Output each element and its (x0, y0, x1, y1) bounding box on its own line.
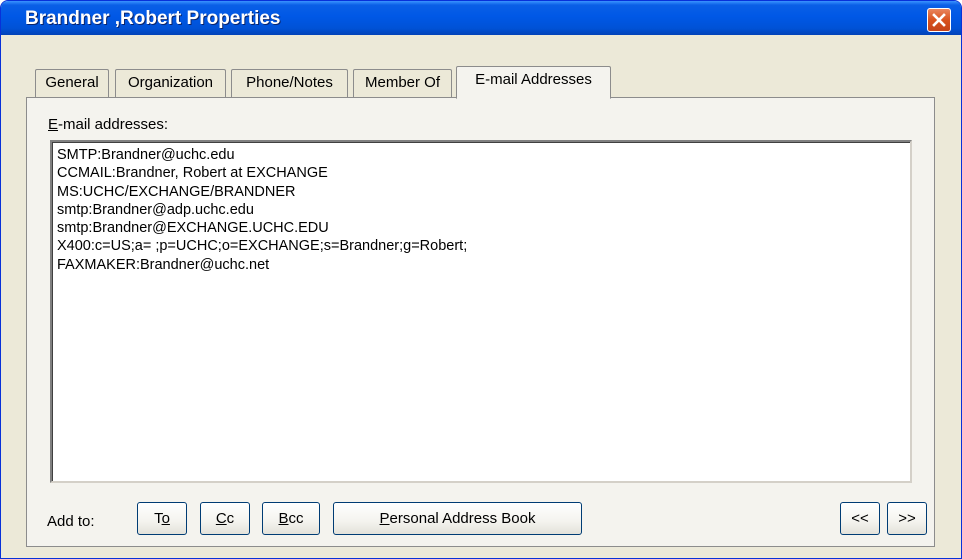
add-to-label: Add to: (47, 513, 95, 530)
list-item[interactable]: X400:c=US;a= ;p=UCHC;o=EXCHANGE;s=Brandn… (57, 237, 910, 255)
window-title: Brandner ,Robert Properties (25, 8, 281, 29)
to-button[interactable]: To (137, 502, 187, 535)
btn-mnemonic: P (379, 510, 390, 527)
next-button[interactable]: >> (887, 502, 927, 535)
tab-label: General (45, 74, 99, 91)
list-item[interactable]: FAXMAKER:Brandner@uchc.net (57, 256, 910, 274)
list-item[interactable]: SMTP:Brandner@uchc.edu (57, 146, 910, 164)
btn-text: T (154, 510, 162, 527)
btn-mnemonic: o (161, 510, 170, 527)
label-mnemonic: E (48, 116, 59, 133)
tab-label: Phone/Notes (246, 74, 333, 91)
tab-label: Organization (127, 74, 214, 91)
cc-button[interactable]: Cc (200, 502, 250, 535)
close-icon (932, 13, 946, 27)
tab-member-of[interactable]: Member Of (353, 69, 452, 97)
personal-address-book-button[interactable]: Personal Address Book (333, 502, 582, 535)
tab-phone-notes[interactable]: Phone/Notes (231, 69, 348, 97)
list-item[interactable]: smtp:Brandner@EXCHANGE.UCHC.EDU (57, 219, 910, 237)
email-addresses-label: E-mail addresses: (48, 116, 168, 133)
tab-email-addresses[interactable]: E-mail Addresses (456, 66, 611, 99)
btn-mnemonic: B (278, 510, 289, 527)
tab-general[interactable]: General (35, 69, 109, 97)
list-item[interactable]: smtp:Brandner@adp.uchc.edu (57, 201, 910, 219)
list-item[interactable]: MS:UCHC/EXCHANGE/BRANDNER (57, 183, 910, 201)
label-text: -mail addresses: (58, 116, 169, 133)
list-item[interactable]: CCMAIL:Brandner, Robert at EXCHANGE (57, 164, 910, 182)
tab-organization[interactable]: Organization (115, 69, 226, 97)
btn-text: ersonal Address Book (389, 510, 536, 527)
title-bar[interactable]: Brandner ,Robert Properties (1, 1, 961, 35)
btn-mnemonic: C (215, 510, 227, 527)
bcc-button[interactable]: Bcc (262, 502, 320, 535)
previous-button[interactable]: << (840, 502, 880, 535)
tab-label: Member Of (364, 74, 440, 91)
btn-text: c (226, 510, 235, 527)
btn-text: cc (288, 510, 304, 527)
close-button[interactable] (927, 8, 951, 32)
tab-label: E-mail Addresses (475, 71, 592, 88)
email-address-list[interactable]: SMTP:Brandner@uchc.edu CCMAIL:Brandner, … (50, 140, 912, 483)
